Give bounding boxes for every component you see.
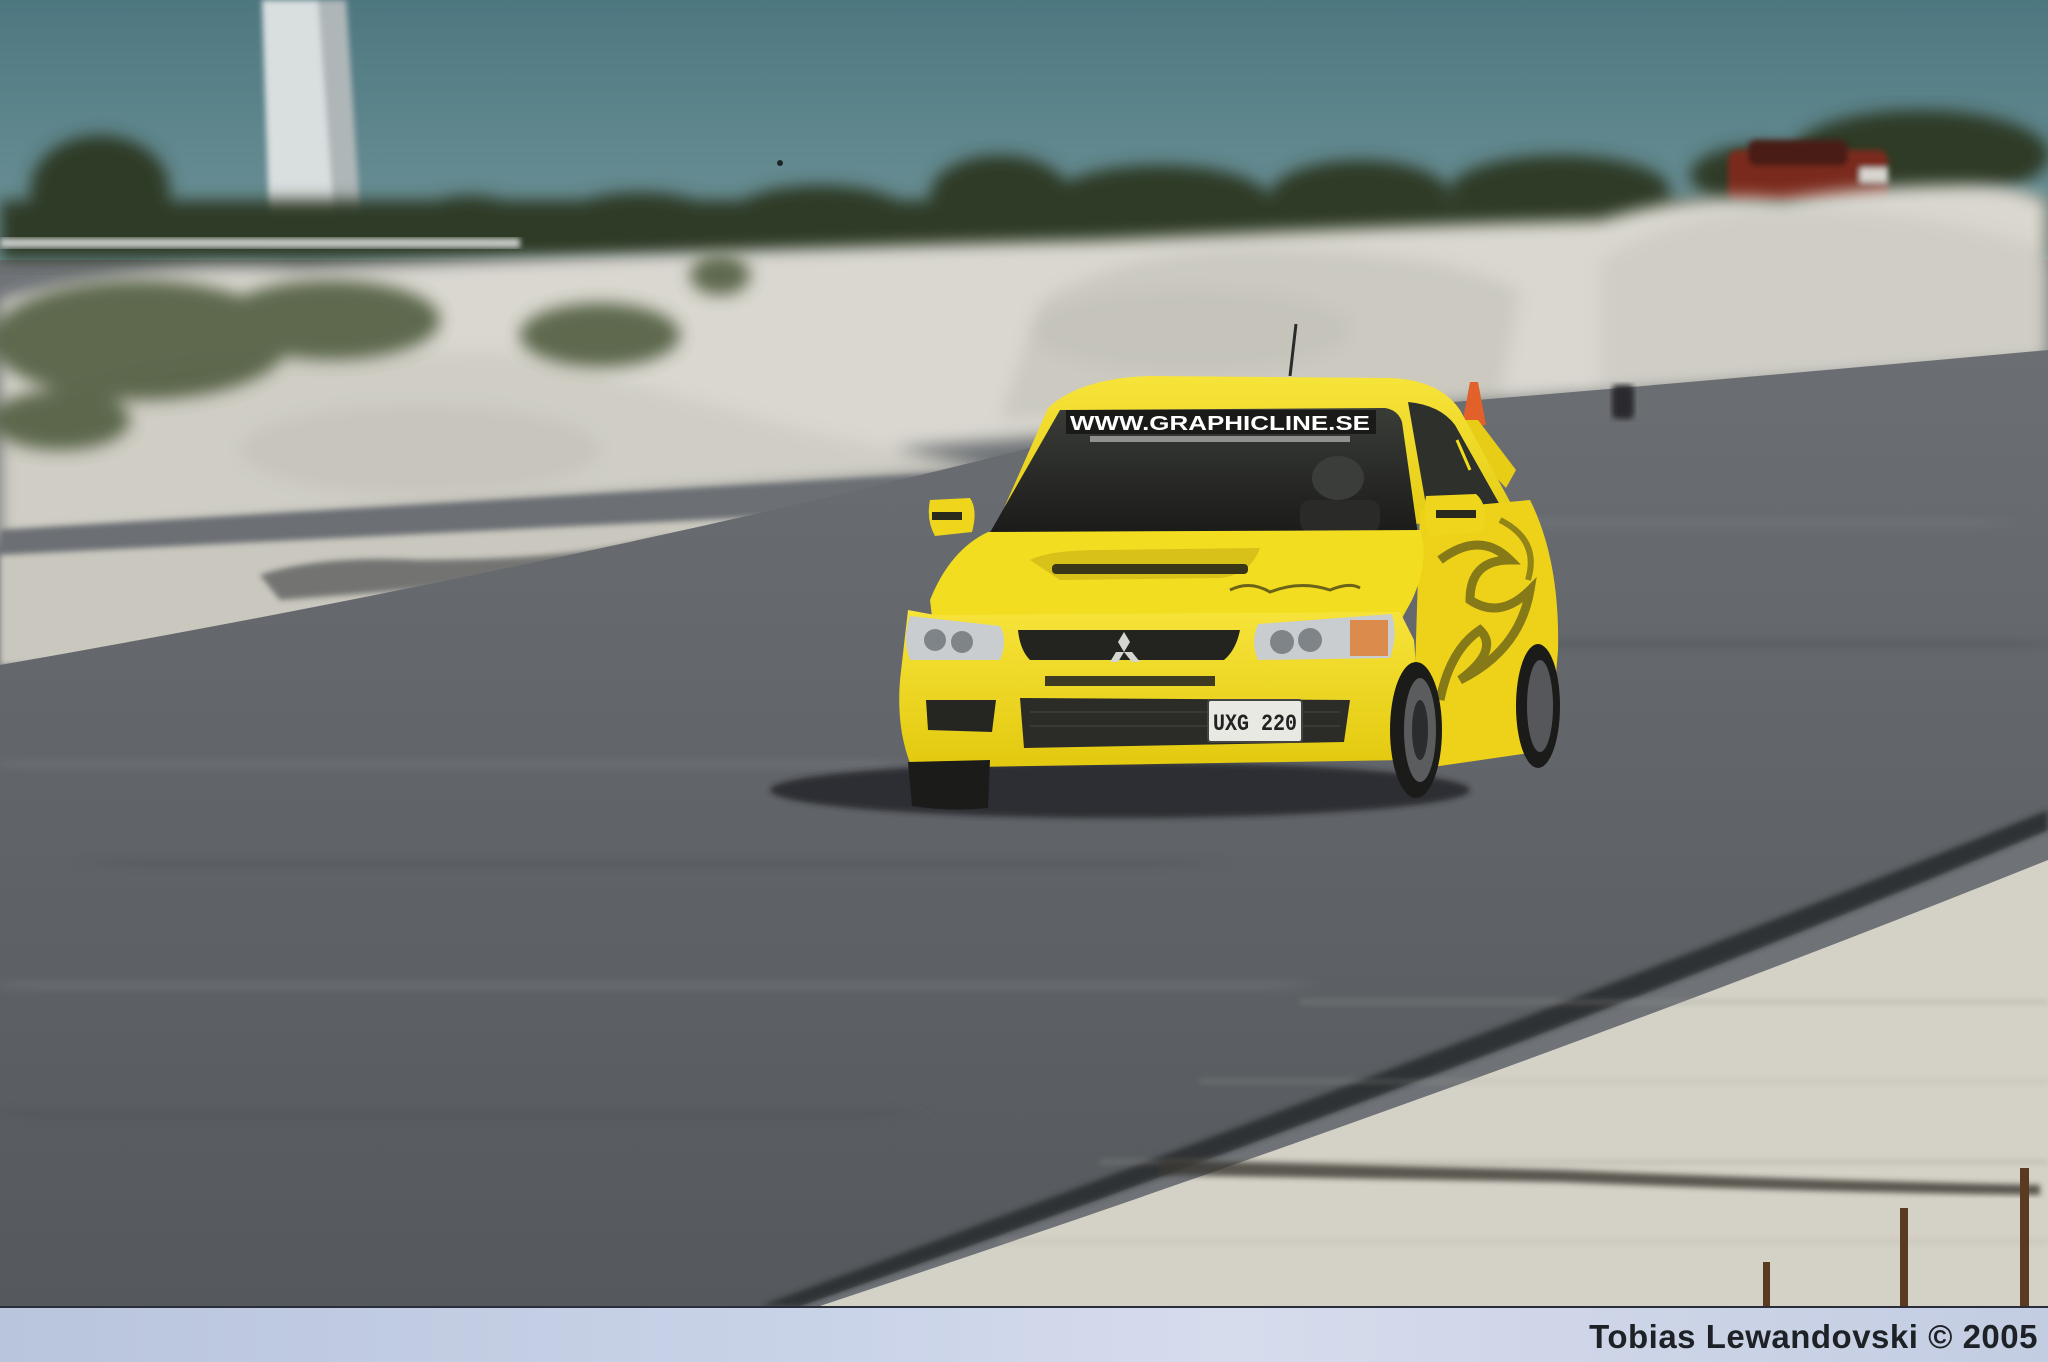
photo-credit: Tobias Lewandovski © 2005 xyxy=(1589,1318,2038,1355)
license-plate-text: UXG 220 xyxy=(1213,711,1297,737)
credit-bar: Tobias Lewandovski © 2005 xyxy=(0,1306,2048,1362)
windshield-banner: WWW.GRAPHICLINE.SE xyxy=(1070,413,1370,435)
debris-speck xyxy=(777,160,783,166)
photo-frame: WWW.GRAPHICLINE.SE UXG 220 Tobias Lewand… xyxy=(0,0,2048,1362)
tyre-barrier xyxy=(1612,385,1634,419)
guard-rail xyxy=(0,238,520,248)
racetrack-photo: WWW.GRAPHICLINE.SE UXG 220 xyxy=(0,0,2048,1306)
